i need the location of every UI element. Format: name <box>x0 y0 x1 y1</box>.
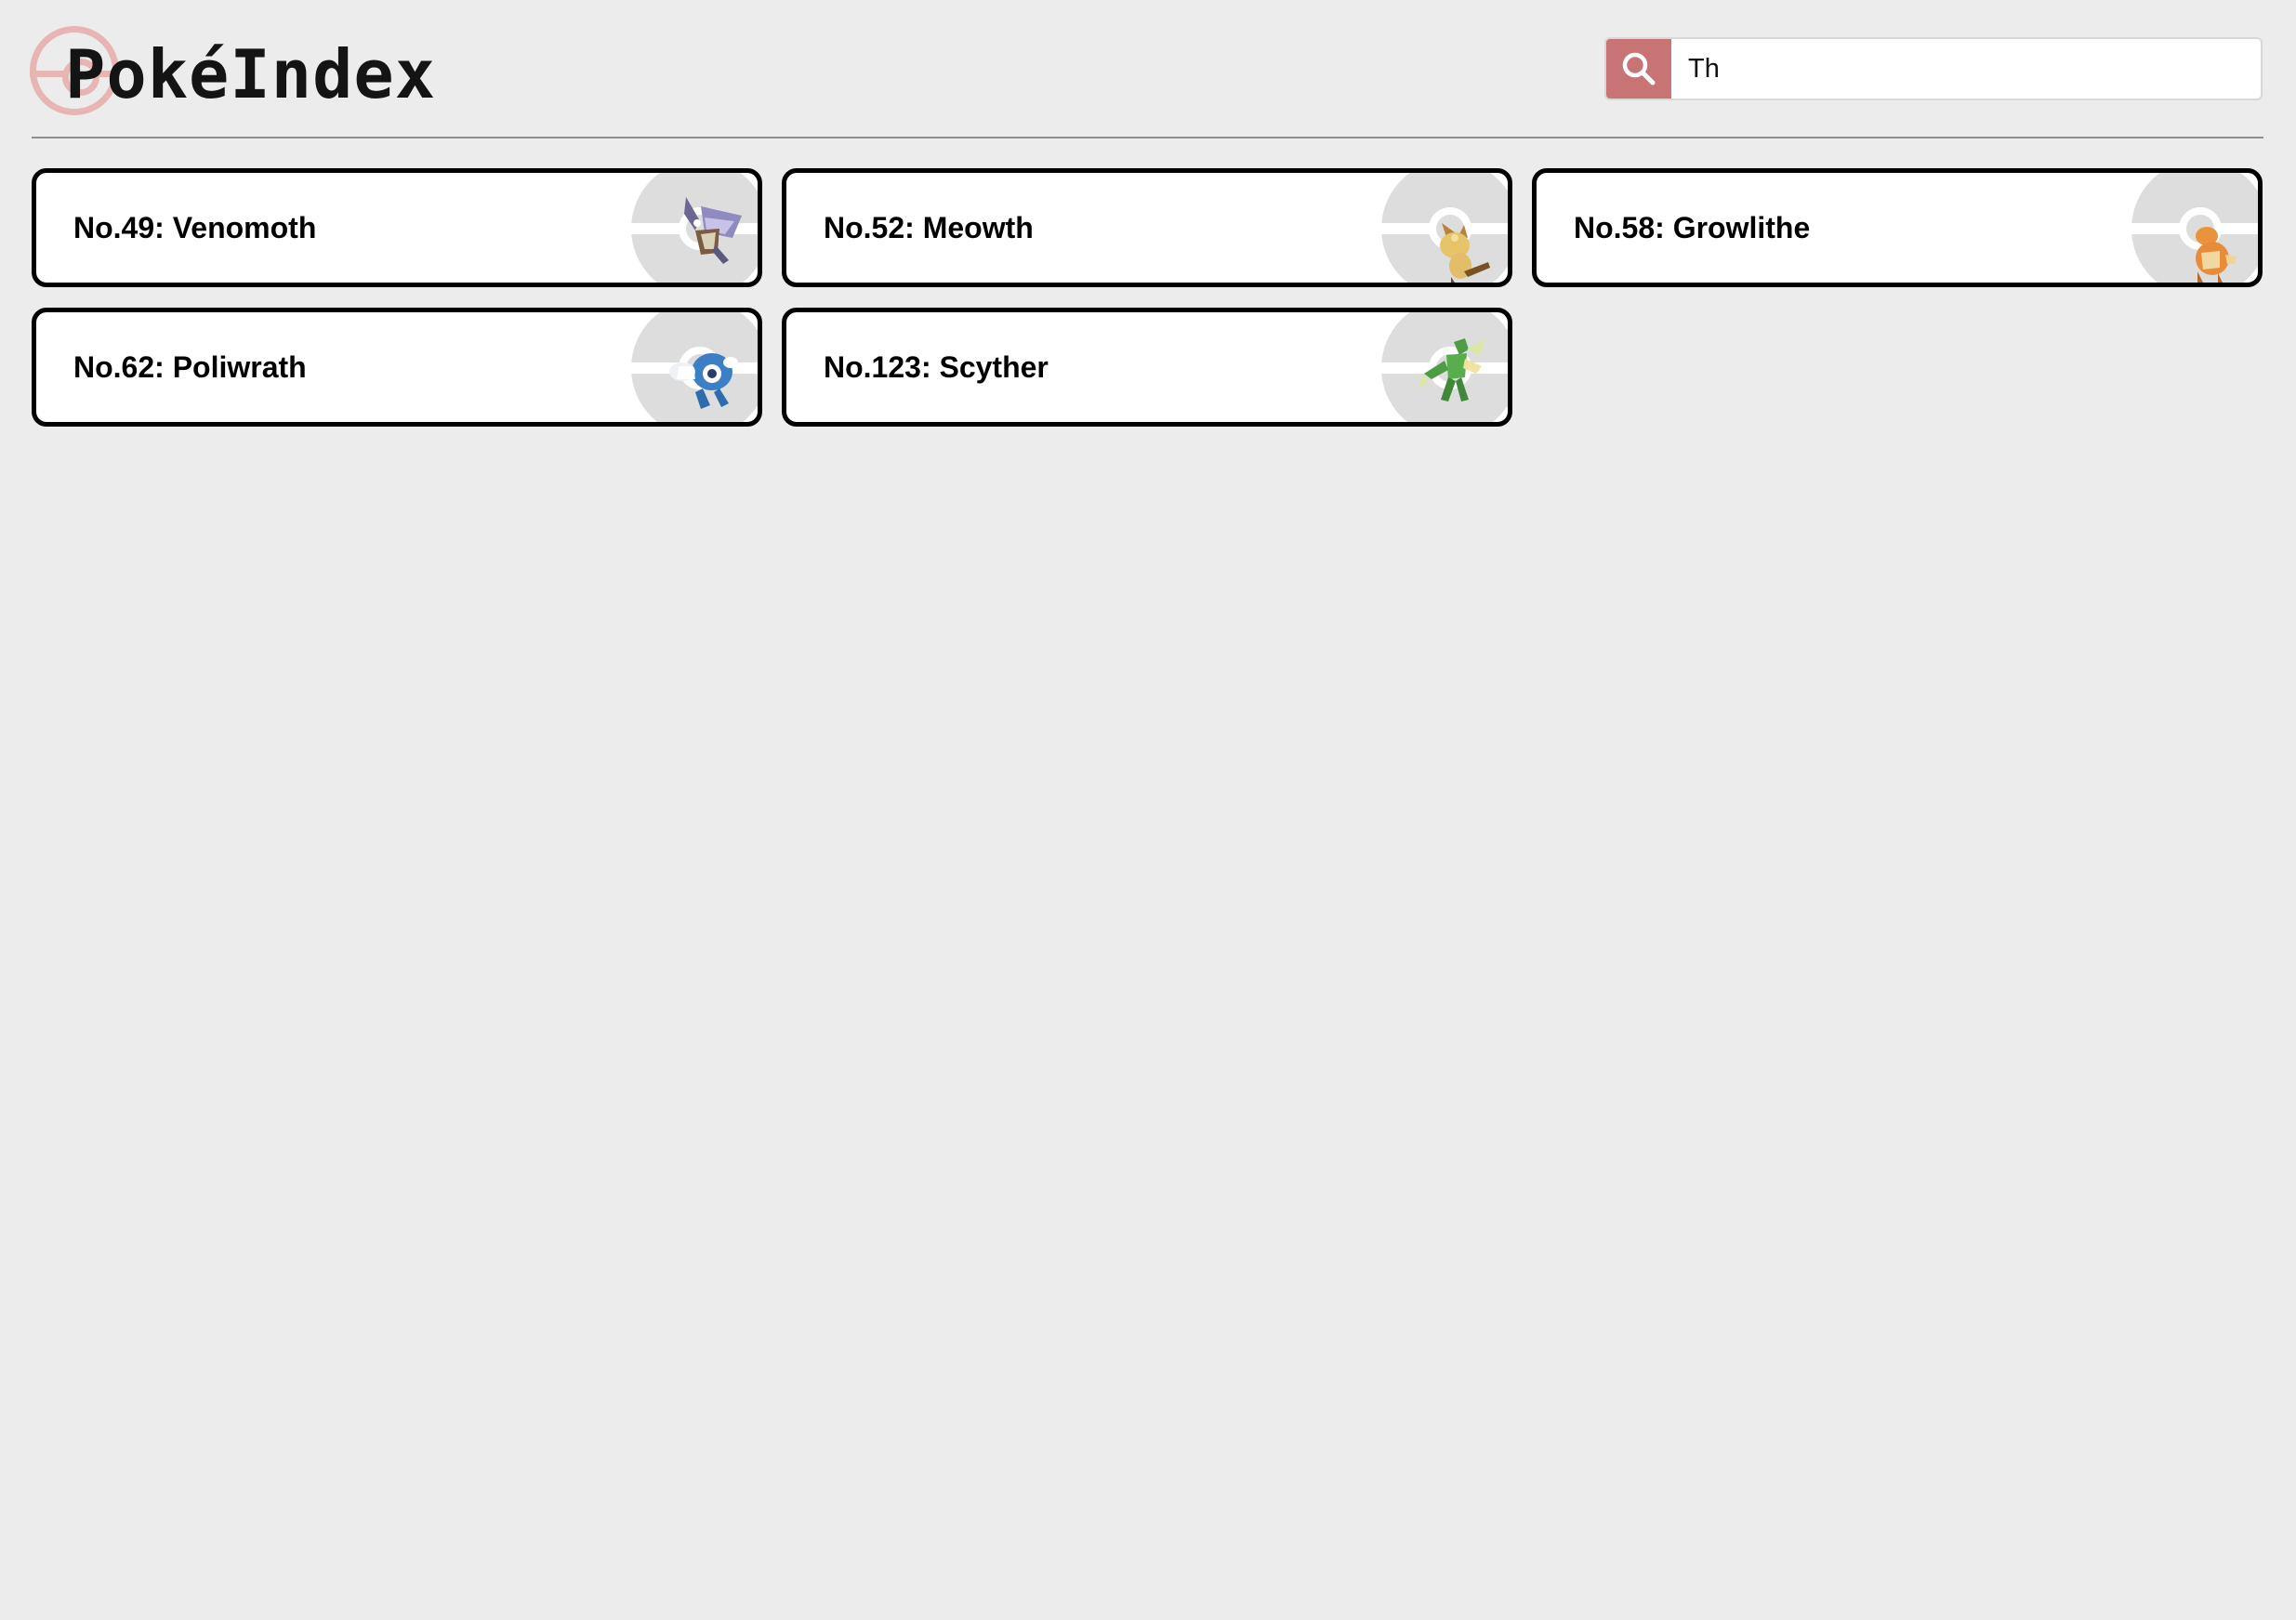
pokemon-card-label: No.58: Growlithe <box>1574 211 1811 244</box>
pokemon-card-label: No.62: Poliwrath <box>73 350 307 384</box>
pokemon-card-venomoth[interactable]: No.49: Venomoth <box>32 168 762 287</box>
pokemon-card-growlithe[interactable]: No.58: Growlithe <box>1532 168 2263 287</box>
pokemon-card-poliwrath[interactable]: No.62: Poliwrath <box>32 308 762 427</box>
logo[interactable]: PokéIndex <box>30 24 435 126</box>
pokemon-card-label: No.52: Meowth <box>824 211 1034 244</box>
venomoth-sprite-icon <box>684 197 742 264</box>
meowth-sprite-icon <box>1440 223 1490 283</box>
scyther-sprite-icon <box>1417 338 1485 402</box>
search-bar <box>1604 37 2263 100</box>
pokemon-card-label: No.49: Venomoth <box>73 211 317 244</box>
search-button[interactable] <box>1606 39 1671 99</box>
header-divider <box>32 137 2263 138</box>
header: PokéIndex <box>0 0 2296 139</box>
pokemon-card-scyther[interactable]: No.123: Scyther <box>782 308 1512 427</box>
search-input[interactable] <box>1688 39 2246 99</box>
growlithe-sprite-icon <box>2196 227 2237 283</box>
search-icon <box>1622 52 1656 86</box>
pokemon-card-label: No.123: Scyther <box>824 350 1049 384</box>
pokemon-card-meowth[interactable]: No.52: Meowth <box>782 168 1512 287</box>
poliwrath-sprite-icon <box>669 353 738 409</box>
logo-text: PokéIndex <box>65 35 437 113</box>
